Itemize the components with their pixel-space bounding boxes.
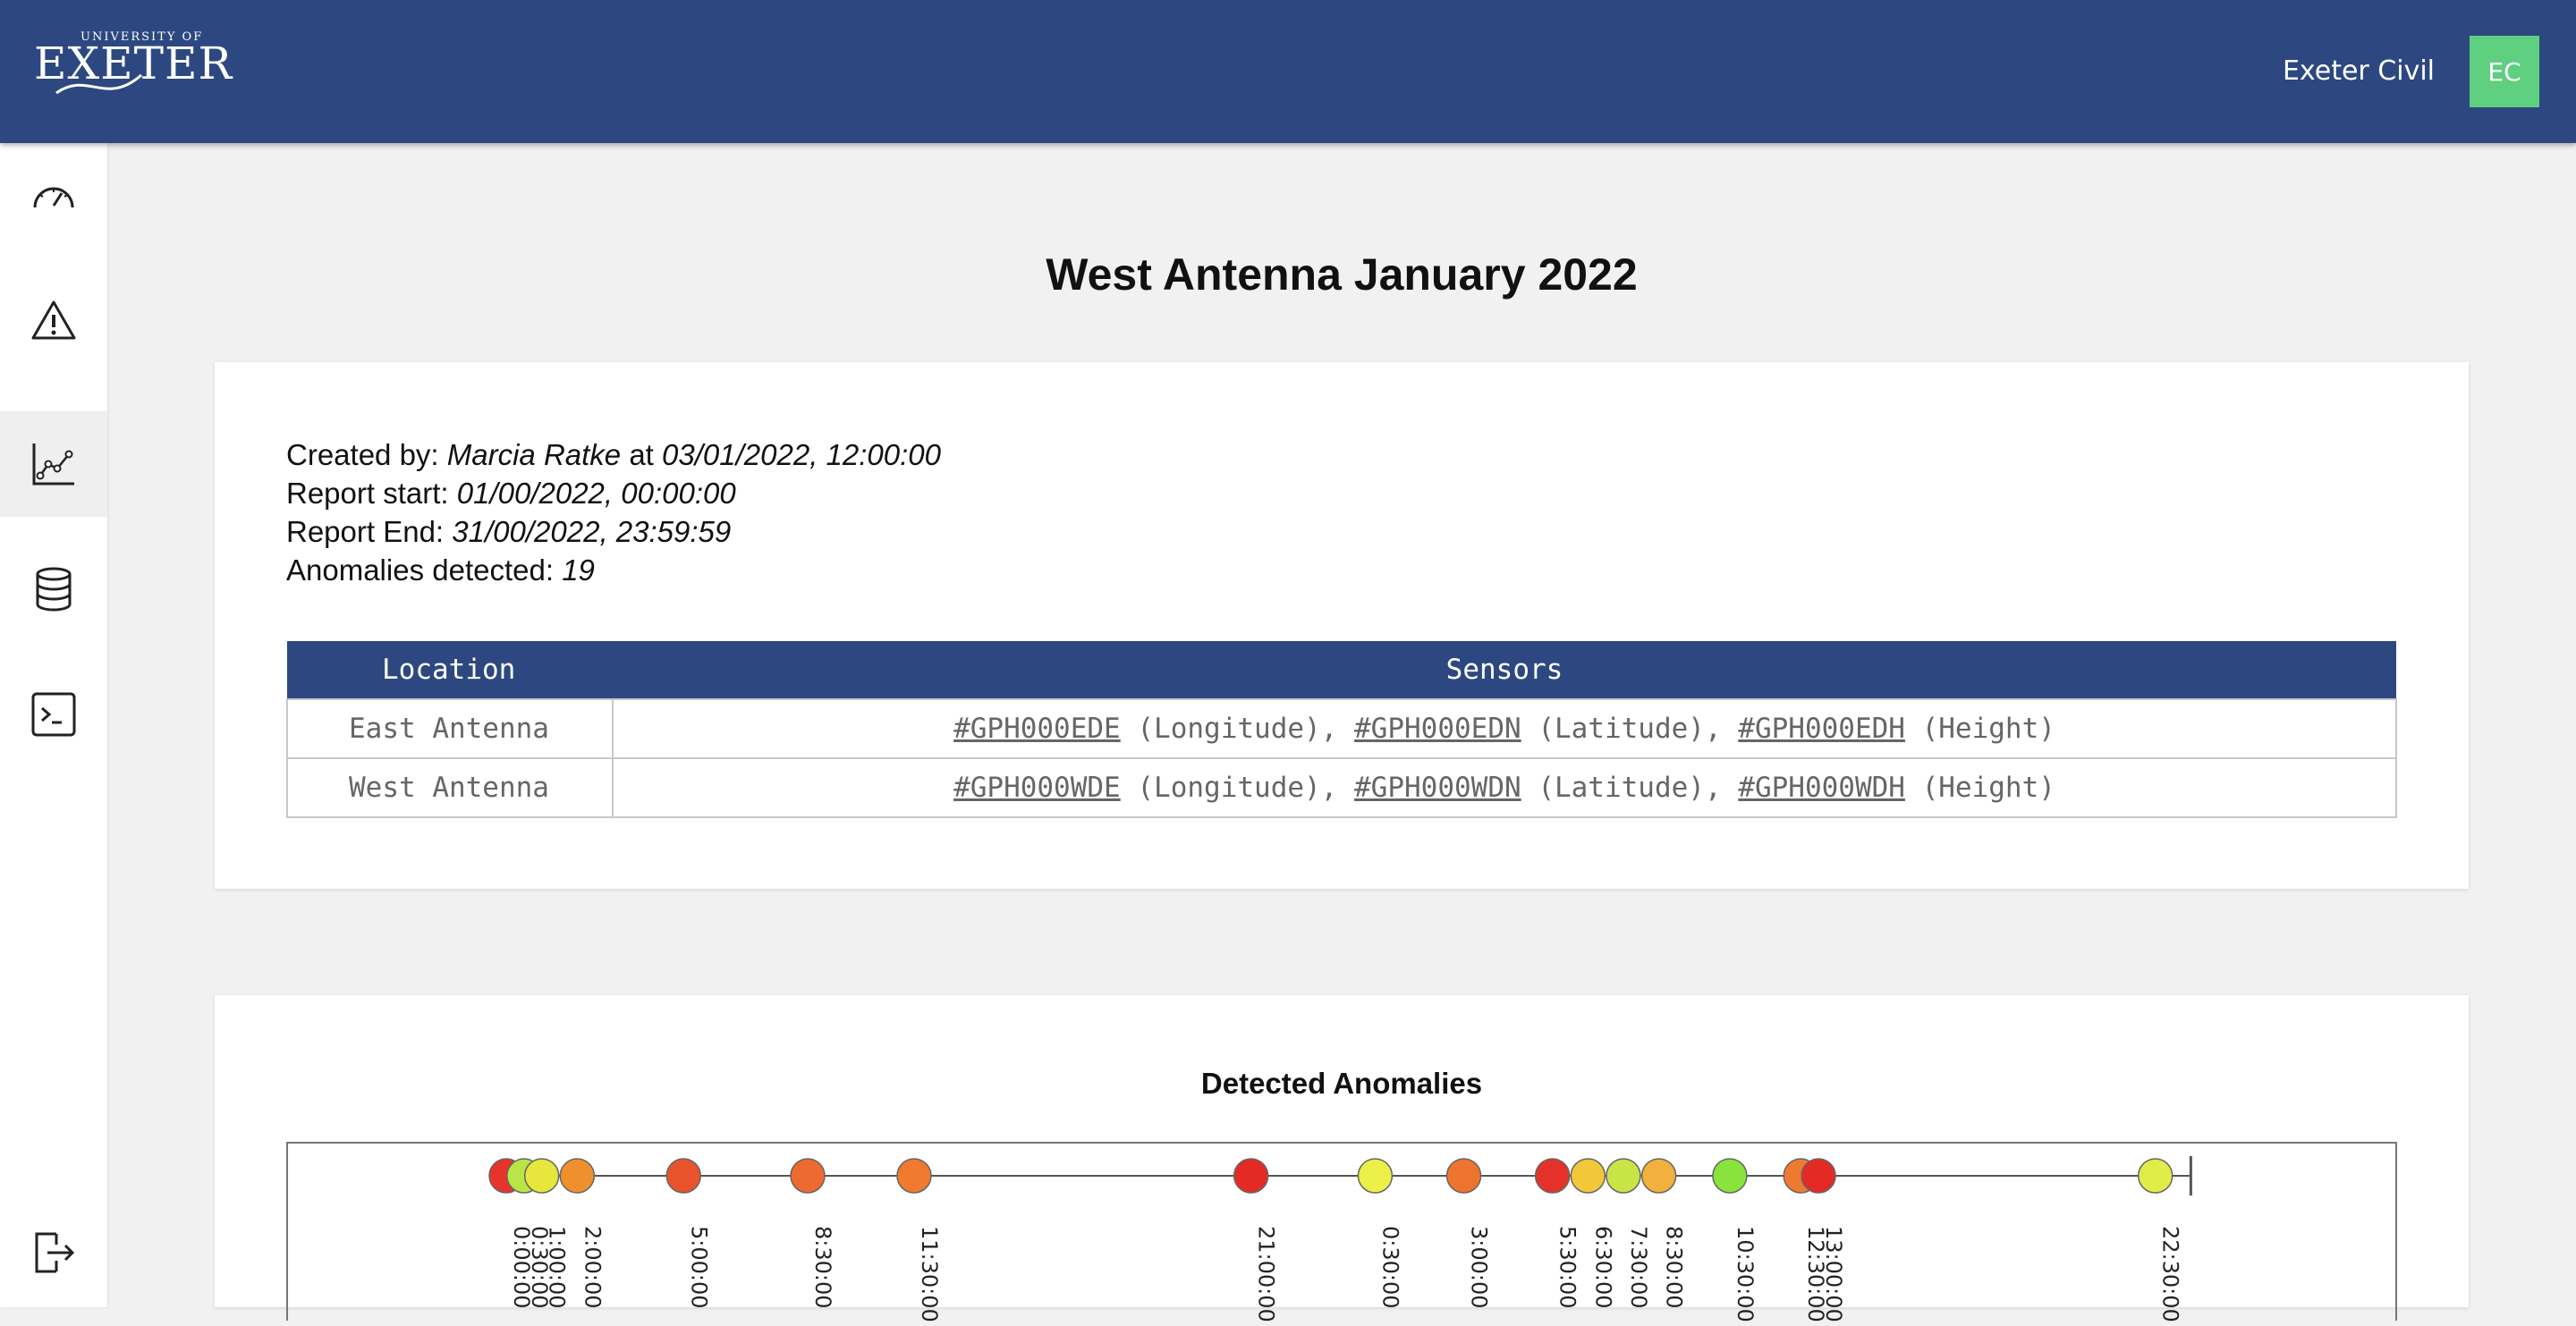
anomaly-point[interactable] <box>523 1158 560 1194</box>
time-tick-label: 3:00:00 <box>1467 1226 1492 1309</box>
time-tick-label: 1:00:00 <box>545 1226 570 1309</box>
time-tick-label: 0:30:00 <box>1377 1226 1402 1309</box>
top-navigation-bar: UNIVERSITY OF EXETER Exeter Civil EC <box>0 0 2576 143</box>
time-tick-label: 22:30:00 <box>2158 1226 2183 1322</box>
table-row: East Antenna #GPH000EDE (Longitude), #GP… <box>286 698 2397 759</box>
logout-icon <box>35 1232 75 1273</box>
anomalies-count-value: 19 <box>562 553 595 587</box>
sensor-link[interactable]: #GPH000EDE <box>953 713 1121 745</box>
report-end-line: Report End: 31/00/2022, 23:59:59 <box>286 515 732 548</box>
time-tick-label: 21:00:00 <box>1254 1226 1279 1322</box>
anomaly-point[interactable] <box>1534 1158 1571 1194</box>
created-by-value: Marcia Ratke <box>446 438 622 471</box>
chart-frame: 0:00:00 0:30:00 1:00:00 2:00:00 5:00:00 8:30:… <box>286 1142 2397 1322</box>
sensors-cell: #GPH000WDE (Longitude), #GPH000WDN (Lati… <box>612 757 2397 818</box>
anomalies-timeline-chart: 0:00:000:30:001:00:00 2:00:00 5:00:00 8:30:… <box>488 1156 2192 1322</box>
sensor-link[interactable]: #GPH000EDH <box>1738 713 1905 745</box>
report-details-card: Created by: Marcia Ratke at 03/01/2022, … <box>215 362 2469 889</box>
report-end-value: 31/00/2022, 23:59:59 <box>452 515 732 548</box>
anomaly-point[interactable] <box>1570 1158 1606 1194</box>
time-tick-label: 7:30:00 <box>1626 1226 1651 1309</box>
location-cell: West Antenna <box>286 757 614 818</box>
anomaly-point[interactable] <box>1606 1158 1641 1194</box>
chart-line-icon <box>32 443 74 486</box>
time-tick-label: 8:30:00 <box>1662 1226 1687 1309</box>
time-tick-label: 10:30:00 <box>1733 1226 1758 1322</box>
time-tick-label: 11:30:00 <box>917 1226 942 1322</box>
time-tick-label: 13:00:00 <box>1821 1226 1846 1322</box>
anomaly-point[interactable] <box>1712 1158 1748 1194</box>
sensor-link[interactable]: #GPH000EDN <box>1354 713 1521 745</box>
sensors-cell: #GPH000EDE (Longitude), #GPH000EDN (Lati… <box>612 698 2397 759</box>
anomaly-point[interactable] <box>665 1158 701 1194</box>
column-header-sensors: Sensors <box>613 641 2396 699</box>
logo-swoosh-icon <box>55 73 142 95</box>
sidebar-item-database[interactable] <box>0 536 107 642</box>
created-by-line: Created by: Marcia Ratke at 03/01/2022, … <box>286 438 941 471</box>
time-tick-label: 8:30:00 <box>810 1226 835 1309</box>
organization-name[interactable]: Exeter Civil <box>2283 55 2435 87</box>
sidebar-item-reports[interactable] <box>0 411 107 517</box>
warning-icon <box>31 300 76 340</box>
anomalies-chart-card: Detected Anomalies 0:00:00 0:30:00 1:00:00… <box>215 995 2469 1322</box>
anomaly-point[interactable] <box>1233 1158 1269 1194</box>
sidebar-item-logout[interactable] <box>0 1200 107 1305</box>
time-tick-label: 5:30:00 <box>1555 1226 1580 1309</box>
anomaly-point[interactable] <box>1640 1158 1677 1194</box>
database-icon <box>36 567 72 612</box>
page-title: West Antenna January 2022 <box>1046 249 1638 300</box>
anomaly-point[interactable] <box>1801 1158 1836 1194</box>
university-logo[interactable]: UNIVERSITY OF EXETER <box>34 30 232 111</box>
anomaly-point[interactable] <box>1445 1158 1482 1194</box>
sensor-table: Location Sensors East Antenna #GPH000EDE… <box>286 641 2397 818</box>
time-tick-label: 6:30:00 <box>1590 1226 1615 1309</box>
speedometer-icon <box>33 187 74 208</box>
anomaly-point[interactable] <box>790 1158 826 1194</box>
created-at-value: 03/01/2022, 12:00:00 <box>662 438 941 471</box>
user-avatar[interactable]: EC <box>2470 36 2539 107</box>
report-metadata: Created by: Marcia Ratke at 03/01/2022, … <box>286 435 941 589</box>
time-tick-label: 5:00:00 <box>686 1226 711 1309</box>
report-start-value: 01/00/2022, 00:00:00 <box>456 477 736 510</box>
sidebar-item-dashboard[interactable] <box>0 145 107 250</box>
table-header-row: Location Sensors <box>287 641 2396 699</box>
sensor-link[interactable]: #GPH000WDE <box>953 772 1121 804</box>
report-start-line: Report start: 01/00/2022, 00:00:00 <box>286 477 736 510</box>
time-tick-label: 2:00:00 <box>580 1226 605 1309</box>
table-row: West Antenna #GPH000WDE (Longitude), #GP… <box>286 757 2397 818</box>
anomaly-point[interactable] <box>559 1158 596 1194</box>
sidebar <box>0 143 107 1307</box>
terminal-icon <box>31 692 76 737</box>
location-cell: East Antenna <box>286 698 614 759</box>
chart-title: Detected Anomalies <box>1200 1067 1483 1100</box>
sensor-link[interactable]: #GPH000WDN <box>1354 772 1521 804</box>
anomaly-point[interactable] <box>896 1158 932 1194</box>
anomaly-point[interactable] <box>1357 1158 1394 1194</box>
anomaly-point[interactable] <box>2137 1158 2174 1194</box>
anomalies-count-line: Anomalies detected: 19 <box>286 553 595 587</box>
column-header-location: Location <box>287 641 613 699</box>
sensor-link[interactable]: #GPH000WDH <box>1738 772 1905 804</box>
sidebar-item-alerts[interactable] <box>0 268 107 374</box>
sidebar-item-terminal[interactable] <box>0 662 107 767</box>
